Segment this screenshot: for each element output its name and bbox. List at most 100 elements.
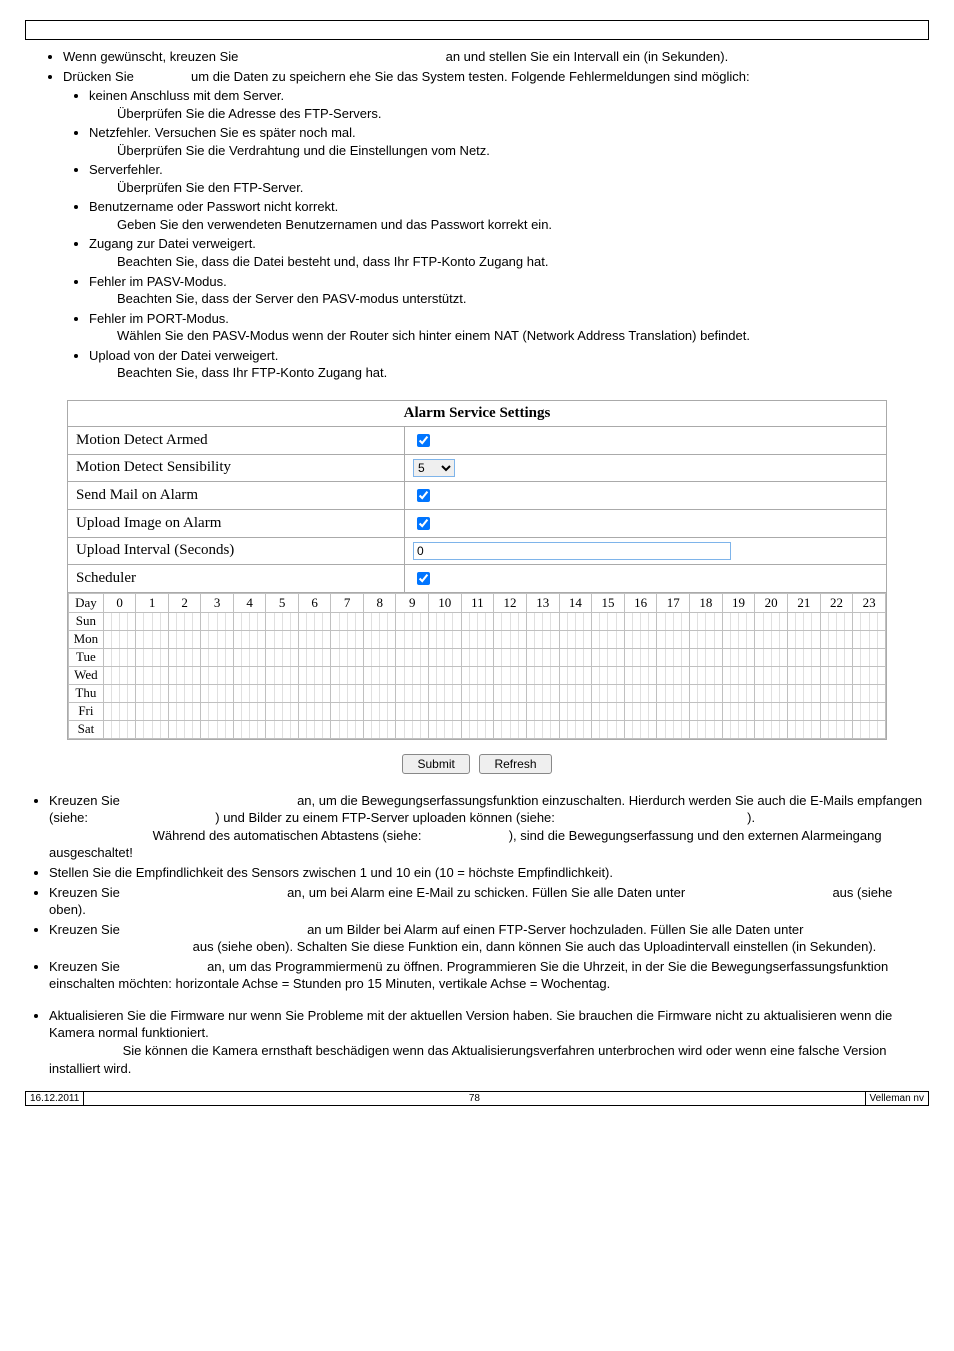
sched-cell[interactable] — [624, 720, 657, 738]
sched-cell[interactable] — [559, 612, 592, 630]
sched-cell[interactable] — [201, 702, 234, 720]
sched-cell[interactable] — [298, 612, 331, 630]
sched-cell[interactable] — [266, 612, 299, 630]
sched-cell[interactable] — [526, 630, 559, 648]
sched-cell[interactable] — [461, 720, 494, 738]
sched-cell[interactable] — [853, 612, 886, 630]
sched-cell[interactable] — [624, 684, 657, 702]
sched-cell[interactable] — [266, 648, 299, 666]
sched-cell[interactable] — [233, 612, 266, 630]
sched-cell[interactable] — [168, 720, 201, 738]
sched-cell[interactable] — [363, 666, 396, 684]
sched-cell[interactable] — [690, 648, 723, 666]
sched-cell[interactable] — [624, 702, 657, 720]
sched-cell[interactable] — [494, 630, 527, 648]
sched-cell[interactable] — [722, 666, 755, 684]
sched-cell[interactable] — [396, 702, 429, 720]
sched-cell[interactable] — [624, 666, 657, 684]
sched-cell[interactable] — [820, 648, 853, 666]
sched-cell[interactable] — [428, 630, 461, 648]
sched-cell[interactable] — [526, 684, 559, 702]
sched-cell[interactable] — [331, 684, 364, 702]
sched-cell[interactable] — [396, 648, 429, 666]
sched-cell[interactable] — [494, 612, 527, 630]
sched-cell[interactable] — [103, 684, 136, 702]
sched-cell[interactable] — [690, 684, 723, 702]
sched-cell[interactable] — [526, 702, 559, 720]
sched-cell[interactable] — [136, 630, 169, 648]
sched-cell[interactable] — [624, 648, 657, 666]
sched-cell[interactable] — [331, 702, 364, 720]
sched-cell[interactable] — [168, 702, 201, 720]
sched-cell[interactable] — [168, 684, 201, 702]
sched-cell[interactable] — [298, 720, 331, 738]
sched-cell[interactable] — [298, 702, 331, 720]
sched-cell[interactable] — [592, 630, 625, 648]
sched-cell[interactable] — [820, 684, 853, 702]
submit-button[interactable]: Submit — [402, 754, 469, 774]
sched-cell[interactable] — [853, 666, 886, 684]
sched-cell[interactable] — [331, 648, 364, 666]
sched-cell[interactable] — [788, 666, 821, 684]
sched-cell[interactable] — [722, 702, 755, 720]
sched-cell[interactable] — [755, 702, 788, 720]
sched-cell[interactable] — [233, 684, 266, 702]
sched-cell[interactable] — [755, 666, 788, 684]
refresh-button[interactable]: Refresh — [479, 754, 551, 774]
sched-cell[interactable] — [363, 630, 396, 648]
sched-cell[interactable] — [559, 630, 592, 648]
sched-cell[interactable] — [266, 702, 299, 720]
sched-cell[interactable] — [428, 684, 461, 702]
sched-cell[interactable] — [755, 684, 788, 702]
sched-cell[interactable] — [136, 612, 169, 630]
sched-cell[interactable] — [201, 630, 234, 648]
sched-cell[interactable] — [136, 702, 169, 720]
sched-cell[interactable] — [624, 612, 657, 630]
sched-cell[interactable] — [233, 648, 266, 666]
sched-cell[interactable] — [461, 684, 494, 702]
sched-cell[interactable] — [820, 612, 853, 630]
sched-cell[interactable] — [298, 630, 331, 648]
sched-cell[interactable] — [657, 702, 690, 720]
sched-cell[interactable] — [592, 720, 625, 738]
sched-cell[interactable] — [853, 684, 886, 702]
sched-cell[interactable] — [722, 684, 755, 702]
sched-cell[interactable] — [461, 666, 494, 684]
sched-cell[interactable] — [363, 702, 396, 720]
upload-image-checkbox[interactable] — [417, 517, 430, 530]
sched-cell[interactable] — [103, 720, 136, 738]
sched-cell[interactable] — [201, 612, 234, 630]
sched-cell[interactable] — [201, 720, 234, 738]
sched-cell[interactable] — [201, 666, 234, 684]
sched-cell[interactable] — [788, 684, 821, 702]
sched-cell[interactable] — [657, 612, 690, 630]
sched-cell[interactable] — [526, 666, 559, 684]
sched-cell[interactable] — [103, 702, 136, 720]
sched-cell[interactable] — [788, 702, 821, 720]
sched-cell[interactable] — [526, 648, 559, 666]
sched-cell[interactable] — [788, 630, 821, 648]
sched-cell[interactable] — [624, 630, 657, 648]
sched-cell[interactable] — [592, 702, 625, 720]
sched-cell[interactable] — [494, 666, 527, 684]
sched-cell[interactable] — [428, 666, 461, 684]
sched-cell[interactable] — [396, 684, 429, 702]
sched-cell[interactable] — [853, 702, 886, 720]
sched-cell[interactable] — [461, 648, 494, 666]
sched-cell[interactable] — [788, 648, 821, 666]
sched-cell[interactable] — [396, 612, 429, 630]
sched-cell[interactable] — [559, 666, 592, 684]
sched-cell[interactable] — [755, 648, 788, 666]
send-mail-checkbox[interactable] — [417, 489, 430, 502]
sched-cell[interactable] — [331, 612, 364, 630]
sched-cell[interactable] — [168, 612, 201, 630]
sched-cell[interactable] — [559, 648, 592, 666]
sched-cell[interactable] — [657, 630, 690, 648]
sched-cell[interactable] — [559, 702, 592, 720]
sched-cell[interactable] — [755, 612, 788, 630]
sched-cell[interactable] — [755, 720, 788, 738]
sched-cell[interactable] — [526, 612, 559, 630]
sched-cell[interactable] — [494, 702, 527, 720]
sched-cell[interactable] — [494, 720, 527, 738]
sched-cell[interactable] — [690, 720, 723, 738]
